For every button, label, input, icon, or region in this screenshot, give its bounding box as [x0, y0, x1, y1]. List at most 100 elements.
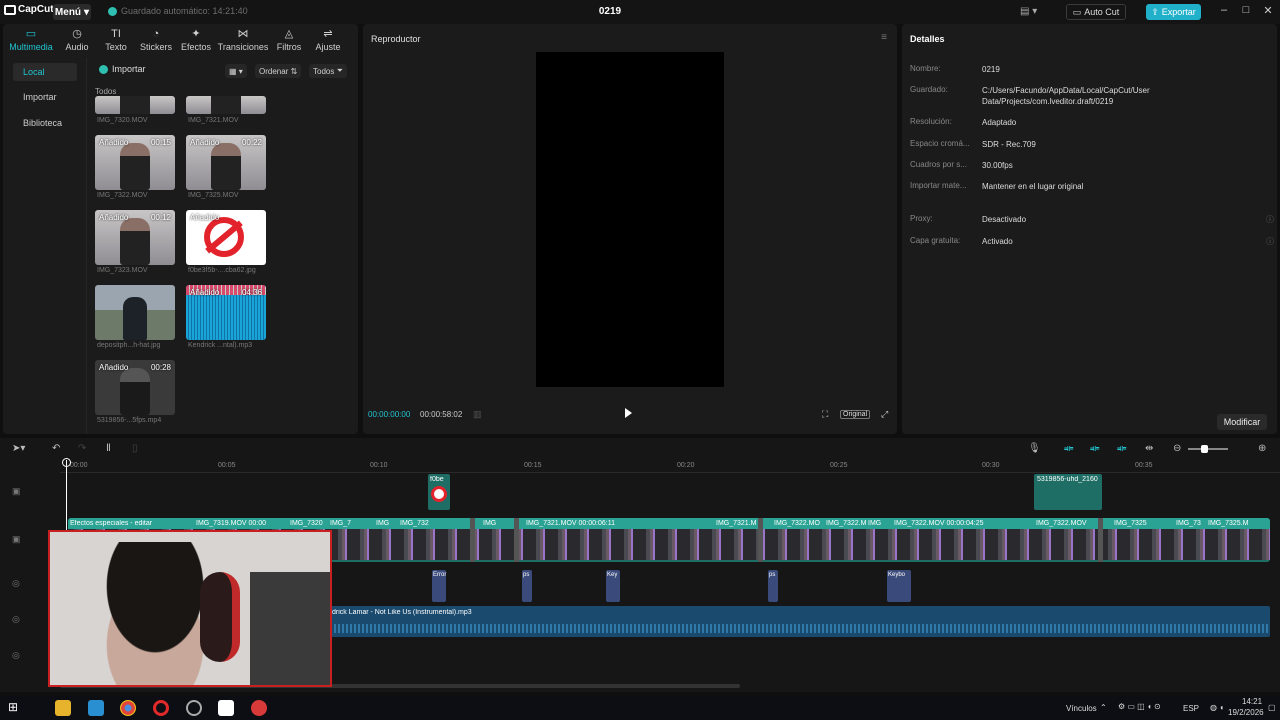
menu-button[interactable]: Menú ▾: [53, 4, 91, 20]
fullscreen-icon[interactable]: ⤢: [881, 409, 888, 420]
timeline-grid-icon[interactable]: ▥: [473, 409, 482, 420]
transition-marker[interactable]: [514, 518, 519, 562]
tray-network-icons[interactable]: ◍ ◖: [1210, 703, 1224, 712]
sticker-icon: ◔: [152, 28, 160, 40]
filter-button[interactable]: Todos ⏷: [309, 64, 347, 78]
media-item[interactable]: [95, 96, 175, 114]
media-item[interactable]: Añadido 04:36: [186, 285, 266, 340]
file-explorer-icon[interactable]: [55, 700, 71, 716]
notification-icon[interactable]: ▢: [1268, 703, 1276, 712]
tab-efectos[interactable]: ✦ Efectos: [177, 24, 215, 56]
export-button[interactable]: ⇪ Exportar: [1146, 4, 1201, 20]
tray-chevron-icon[interactable]: ⌃: [1100, 703, 1107, 712]
obs-icon[interactable]: [186, 700, 202, 716]
video-preview[interactable]: [536, 52, 724, 387]
main-track-icon[interactable]: ▣: [12, 534, 21, 545]
windows-start-icon[interactable]: ⊞: [8, 700, 24, 716]
tab-ajuste[interactable]: ⇌ Ajuste: [309, 24, 347, 56]
link-icon[interactable]: ⟚: [1064, 443, 1073, 454]
tab-label: Transiciones: [217, 42, 269, 52]
media-item[interactable]: [95, 285, 175, 340]
tab-stickers[interactable]: ◔ Stickers: [137, 24, 175, 56]
select-tool-icon[interactable]: ➤▾: [12, 443, 25, 454]
audio-track-icon[interactable]: ◎: [12, 614, 20, 625]
chrome-icon[interactable]: [120, 700, 136, 716]
sticker-clip[interactable]: ps: [522, 570, 532, 602]
sort-button[interactable]: Ordenar ⇅: [255, 64, 302, 78]
sticker-clip[interactable]: Key: [606, 570, 620, 602]
sticker-clip[interactable]: ps: [768, 570, 778, 602]
detail-value: SDR - Rec.709: [982, 140, 1036, 149]
info-icon[interactable]: ⓘ: [1266, 236, 1274, 247]
audio-track-clip[interactable]: drick Lamar - Not Like Us (Instrumental)…: [330, 606, 1270, 637]
tab-texto[interactable]: TI Texto: [97, 24, 135, 56]
close-icon[interactable]: ✕: [1258, 4, 1278, 20]
tab-filtros[interactable]: ◬ Filtros: [271, 24, 307, 56]
media-item[interactable]: Añadido 00:15: [95, 135, 175, 190]
info-icon[interactable]: ⓘ: [1266, 214, 1274, 225]
media-panel: ▭ Multimedia ◷ Audio TI Texto ◔ Stickers ✦ Ef…: [3, 24, 358, 434]
media-item[interactable]: [186, 96, 266, 114]
preview-axis-icon[interactable]: ⇹: [1145, 443, 1153, 454]
side-item-local[interactable]: Local: [13, 63, 77, 81]
clip-label: IMG_7322.M: [826, 520, 867, 527]
tab-audio[interactable]: ◷ Audio: [59, 24, 95, 56]
delete-icon[interactable]: ▯: [132, 443, 138, 454]
zoom-in-icon[interactable]: ⊕: [1258, 443, 1266, 454]
tray-icons[interactable]: ⚙ ▭ ◫ ◖ ⊙: [1118, 702, 1161, 711]
zoom-slider[interactable]: [1188, 448, 1228, 450]
view-toggle-icon[interactable]: ▦ ▾: [225, 64, 247, 78]
clip-label: IMG: [868, 520, 882, 527]
menu-icon[interactable]: ≡: [881, 32, 887, 43]
tab-transiciones[interactable]: ⋈ Transiciones: [217, 24, 269, 56]
opera-icon[interactable]: [153, 700, 169, 716]
media-item[interactable]: Añadido 00:22: [186, 135, 266, 190]
overlay-track-icon[interactable]: ▣: [12, 486, 21, 497]
links-toolbar[interactable]: Vínculos: [1066, 704, 1097, 713]
clip-label: Keybo: [888, 572, 906, 578]
app-icon[interactable]: [251, 700, 267, 716]
media-item[interactable]: Añadido: [186, 210, 266, 265]
magnet-icon[interactable]: ⟚: [1090, 443, 1099, 454]
snap-icon[interactable]: ⟚: [1117, 443, 1126, 454]
fit-screen-icon[interactable]: ⛶: [822, 409, 828, 420]
transition-marker[interactable]: [470, 518, 475, 562]
undo-icon[interactable]: ↶: [52, 443, 60, 454]
media-item[interactable]: Añadido 00:12: [95, 210, 175, 265]
zoom-out-icon[interactable]: ⊖: [1173, 443, 1181, 454]
adjust-icon: ⇌: [323, 28, 333, 40]
minimize-icon[interactable]: –: [1214, 4, 1234, 20]
capcut-taskbar-icon[interactable]: [218, 700, 234, 716]
play-icon[interactable]: [625, 408, 632, 418]
added-badge: Añadido: [99, 138, 129, 147]
store-icon[interactable]: [88, 700, 104, 716]
zoom-slider-handle[interactable]: [1201, 445, 1208, 453]
side-item-biblioteca[interactable]: Biblioteca: [13, 114, 77, 132]
maximize-icon[interactable]: □: [1236, 4, 1256, 20]
modify-button[interactable]: Modificar: [1217, 414, 1267, 430]
import-icon: [99, 64, 108, 74]
clock-date[interactable]: 19/2/2026: [1228, 708, 1264, 717]
language-indicator[interactable]: ESP: [1183, 704, 1199, 713]
transition-marker[interactable]: [758, 518, 763, 562]
overlay-clip-image[interactable]: f0be: [428, 474, 450, 510]
tab-multimedia[interactable]: ▭ Multimedia: [5, 24, 57, 56]
detail-key: Resolución:: [910, 117, 952, 126]
effects-track-icon[interactable]: ◎: [12, 578, 20, 589]
extra-track-icon[interactable]: ◎: [12, 650, 20, 661]
redo-icon[interactable]: ↷: [78, 443, 86, 454]
media-item[interactable]: Añadido 00:28: [95, 360, 175, 415]
layout-icon[interactable]: ▤ ▾: [1020, 6, 1037, 17]
transition-marker[interactable]: [1098, 518, 1103, 562]
original-ratio-button[interactable]: Original: [840, 410, 871, 419]
overlay-clip-video[interactable]: 5319856-uhd_2160: [1034, 474, 1102, 510]
split-icon[interactable]: Ⅱ: [106, 443, 111, 454]
sticker-clip[interactable]: Error: [432, 570, 446, 602]
clock-time[interactable]: 14:21: [1242, 697, 1262, 706]
import-button[interactable]: Importar: [99, 64, 146, 74]
microphone-icon[interactable]: 🎙: [1028, 443, 1041, 454]
autocut-button[interactable]: ▭ Auto Cut: [1066, 4, 1126, 20]
side-item-importar[interactable]: Importar: [13, 88, 77, 106]
media-item-name: 5319856-...5fps.mp4: [97, 417, 162, 424]
sticker-clip[interactable]: Keybo: [887, 570, 911, 602]
